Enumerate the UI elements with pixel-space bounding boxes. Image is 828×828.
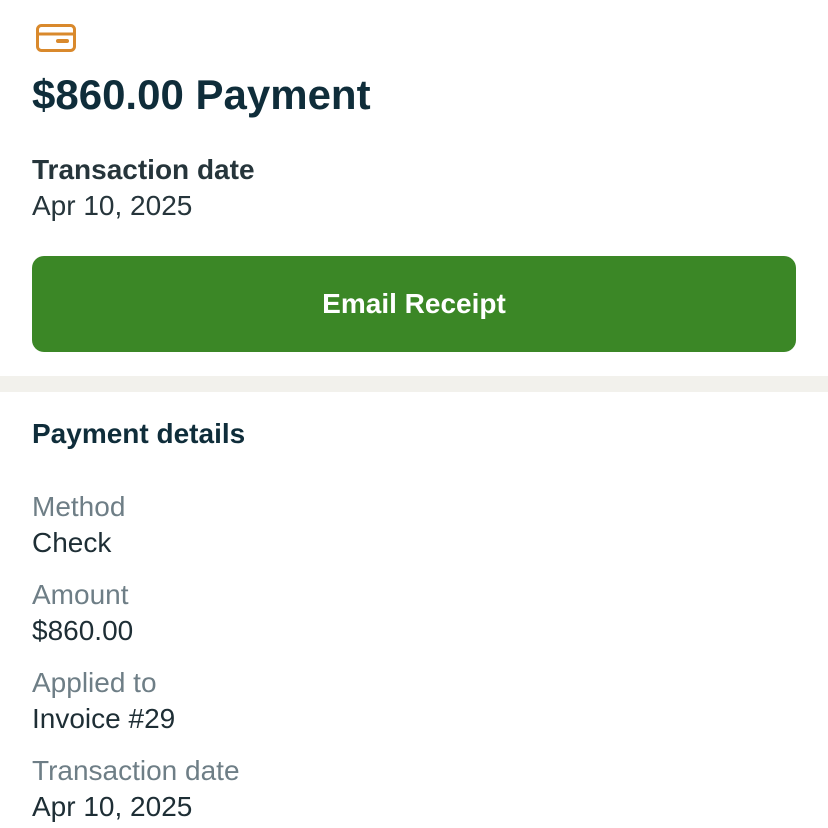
credit-card-icon [36, 24, 76, 52]
amount-label: Amount [32, 579, 129, 610]
detail-transaction-date-value: Apr 10, 2025 [32, 791, 193, 822]
payment-details-title: Payment details [32, 418, 246, 449]
transaction-date-label: Transaction date [32, 154, 255, 185]
payment-details-section: Payment details Method Check Amount $860… [0, 392, 828, 828]
transaction-date-value: Apr 10, 2025 [32, 190, 193, 221]
detail-transaction-date-label: Transaction date [32, 755, 240, 786]
method-value: Check [32, 527, 112, 558]
email-receipt-button[interactable]: Email Receipt [32, 256, 796, 352]
payment-header: $860.00 Payment Transaction date Apr 10,… [0, 0, 828, 376]
page-title: $860.00 Payment [32, 71, 371, 118]
applied-to-label: Applied to [32, 667, 157, 698]
applied-to-value: Invoice #29 [32, 703, 176, 734]
amount-value: $860.00 [32, 615, 134, 646]
method-label: Method [32, 491, 126, 522]
section-divider [0, 376, 828, 392]
